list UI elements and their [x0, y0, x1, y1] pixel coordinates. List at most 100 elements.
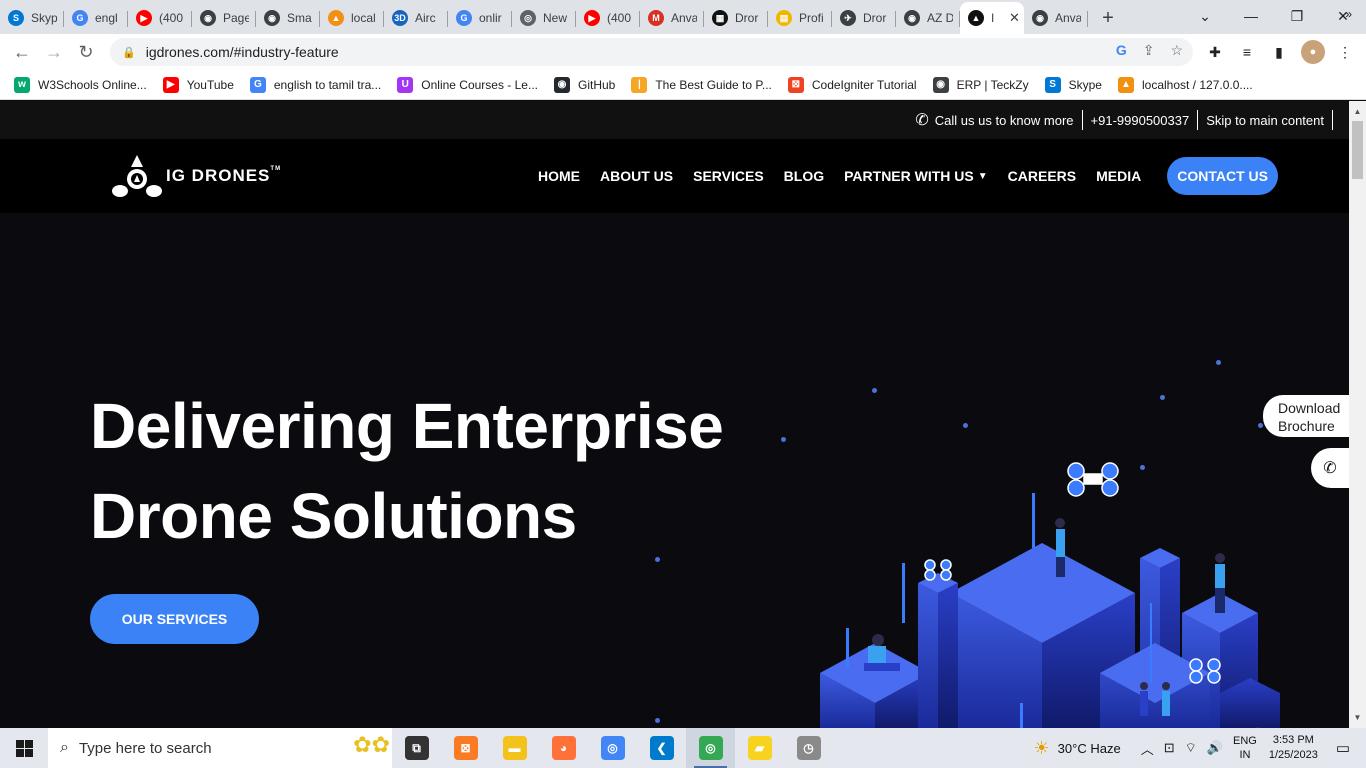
- nav-about-us[interactable]: ABOUT US: [600, 168, 673, 184]
- browser-tab[interactable]: ▲ local: [320, 2, 384, 34]
- google-lens-icon[interactable]: G: [1116, 42, 1127, 59]
- minimize-button[interactable]: —: [1228, 0, 1274, 32]
- side-panel-icon[interactable]: ▮: [1267, 40, 1291, 64]
- taskbar-app-button[interactable]: ⧉: [392, 728, 441, 768]
- chrome-menu-icon[interactable]: ⋮: [1333, 40, 1357, 64]
- tab-title: Sma: [287, 11, 312, 25]
- taskbar-search-input[interactable]: ⌕ Type here to search ✿✿: [48, 728, 392, 768]
- browser-tab[interactable]: ▲ I ✕: [960, 2, 1024, 34]
- maximize-button[interactable]: ❐: [1274, 0, 1320, 32]
- nav-media[interactable]: MEDIA: [1096, 168, 1141, 184]
- browser-tab[interactable]: ◉ AZ D: [896, 2, 960, 34]
- igdrones-logo[interactable]: IG DRONESTM: [112, 153, 281, 199]
- codeigniter-icon: ⊠: [787, 76, 804, 93]
- haze-weather-icon: ☀: [1033, 737, 1050, 758]
- bookmark-item[interactable]: ▲ localhost / 127.0.0....: [1117, 76, 1253, 93]
- bookmark-star-icon[interactable]: ☆: [1170, 42, 1183, 59]
- taskbar-app-button[interactable]: ◎: [686, 728, 735, 768]
- browser-tab[interactable]: ◉ Page: [192, 2, 256, 34]
- bookmark-item[interactable]: ▶ YouTube: [162, 76, 234, 93]
- nav-partner-with-us[interactable]: PARTNER WITH US ▼: [844, 168, 988, 184]
- taskbar-app-button[interactable]: ◎: [588, 728, 637, 768]
- system-clock[interactable]: 3:53 PM 1/25/2023: [1269, 733, 1318, 763]
- tab-search-icon[interactable]: ⌄: [1182, 0, 1228, 32]
- scrollbar-thumb[interactable]: [1352, 121, 1363, 179]
- bookmark-item[interactable]: ◉ ERP | TeckZy: [932, 76, 1029, 93]
- network-usage-icon[interactable]: ⊡: [1164, 740, 1175, 756]
- notifications-icon[interactable]: ▭: [1336, 739, 1350, 757]
- close-window-button[interactable]: ✕: [1320, 0, 1366, 32]
- bookmark-item[interactable]: ⊠ CodeIgniter Tutorial: [787, 76, 917, 93]
- browser-tab[interactable]: ▤ Profi: [768, 2, 832, 34]
- browser-tab[interactable]: M Anva: [640, 2, 704, 34]
- taskbar-app-button[interactable]: ▰: [735, 728, 784, 768]
- tab-title: I: [991, 11, 995, 25]
- phpmyadmin-icon: ▲: [1117, 76, 1134, 93]
- vscode-icon: ❮: [649, 736, 674, 760]
- phone-number-link[interactable]: +91-9990500337: [1083, 110, 1199, 130]
- bookmark-item[interactable]: S Skype: [1044, 76, 1102, 93]
- browser-tab[interactable]: ▶ (400: [576, 2, 640, 34]
- lock-icon[interactable]: 🔒: [122, 46, 136, 59]
- browser-tab[interactable]: Gonlir: [448, 2, 512, 34]
- address-bar[interactable]: 🔒 igdrones.com/#industry-feature G ⇪ ☆: [110, 38, 1193, 66]
- nav-home[interactable]: HOME: [538, 168, 580, 184]
- forward-button[interactable]: →: [38, 36, 70, 68]
- close-tab-icon[interactable]: ✕: [1009, 10, 1020, 26]
- taskbar-app-button[interactable]: ❮: [637, 728, 686, 768]
- bookmark-label: Online Courses - Le...: [421, 77, 538, 92]
- scroll-up-arrow-icon[interactable]: ▲: [1349, 103, 1366, 120]
- skype-icon: S: [8, 10, 24, 26]
- nav-services[interactable]: SERVICES: [693, 168, 764, 184]
- drone-checker-icon: ▦: [712, 10, 728, 26]
- call-us-link[interactable]: ✆ Call us us to know more: [907, 110, 1083, 130]
- browser-tab[interactable]: ▦ Dror: [704, 2, 768, 34]
- contact-us-button[interactable]: CONTACT US: [1167, 157, 1278, 195]
- browser-tab[interactable]: S Skyp: [0, 2, 64, 34]
- page-scrollbar[interactable]: ▲ ▼: [1349, 101, 1366, 728]
- new-tab-button[interactable]: +: [1088, 2, 1128, 34]
- taskbar-app-button[interactable]: ◕: [539, 728, 588, 768]
- browser-tab[interactable]: ✈ Dror: [832, 2, 896, 34]
- our-services-button[interactable]: OUR SERVICES: [90, 594, 259, 644]
- show-hidden-icons-icon[interactable]: ︿: [1141, 739, 1154, 758]
- bookmark-item[interactable]: w W3Schools Online...: [14, 76, 147, 93]
- language-indicator[interactable]: ENG IN: [1233, 734, 1257, 762]
- taskbar-app-button[interactable]: ◷: [784, 728, 833, 768]
- igdrones-website: ✆ Call us us to know more +91-9990500337…: [0, 101, 1349, 728]
- media-control-icon[interactable]: ≡: [1235, 40, 1259, 64]
- back-button[interactable]: ←: [6, 36, 38, 68]
- weather-widget[interactable]: ☀ 30°C Haze: [1034, 738, 1121, 759]
- bookmark-label: YouTube: [186, 77, 234, 92]
- download-brochure-button[interactable]: Download Brochure: [1263, 395, 1349, 437]
- url-text[interactable]: igdrones.com/#industry-feature: [146, 44, 339, 60]
- browser-tab[interactable]: ◎ New: [512, 2, 576, 34]
- browser-tab[interactable]: 3D Airc: [384, 2, 448, 34]
- bookmark-item[interactable]: ◉ GitHub: [553, 76, 615, 93]
- taskbar-apps: ⧉ ⊠ ▬ ◕ ◎ ❮ ◎ ▰ ◷: [392, 728, 833, 768]
- windows-start-button[interactable]: [0, 728, 48, 768]
- weather-text: 30°C Haze: [1057, 740, 1121, 756]
- taskbar-app-button[interactable]: ⊠: [441, 728, 490, 768]
- reload-button[interactable]: ↻: [70, 36, 102, 68]
- taskbar-app-button[interactable]: ▬: [490, 728, 539, 768]
- bookmark-item[interactable]: U Online Courses - Le...: [397, 76, 538, 93]
- bookmarks-overflow-icon[interactable]: »: [1345, 7, 1352, 21]
- scroll-down-arrow-icon[interactable]: ▼: [1349, 709, 1366, 726]
- browser-tab[interactable]: ▶ (400: [128, 2, 192, 34]
- nav-blog[interactable]: BLOG: [784, 168, 824, 184]
- profile-avatar[interactable]: ●: [1301, 40, 1325, 64]
- browser-tab[interactable]: ◉ Sma: [256, 2, 320, 34]
- globe-icon: ◉: [200, 10, 216, 26]
- browser-tab[interactable]: ◉ Anva: [1024, 2, 1088, 34]
- floating-call-button[interactable]: ✆: [1311, 448, 1349, 488]
- browser-tab[interactable]: Gengl: [64, 2, 128, 34]
- bookmark-item[interactable]: Genglish to tamil tra...: [249, 76, 381, 93]
- nav-careers[interactable]: CAREERS: [1008, 168, 1076, 184]
- volume-icon[interactable]: 🔊: [1207, 740, 1223, 756]
- skip-to-content-link[interactable]: Skip to main content: [1198, 110, 1333, 130]
- extensions-icon[interactable]: ✚: [1203, 40, 1227, 64]
- bookmark-item[interactable]: | The Best Guide to P...: [631, 76, 772, 93]
- wifi-icon[interactable]: ⌔: [1185, 740, 1197, 756]
- share-icon[interactable]: ⇪: [1143, 42, 1155, 59]
